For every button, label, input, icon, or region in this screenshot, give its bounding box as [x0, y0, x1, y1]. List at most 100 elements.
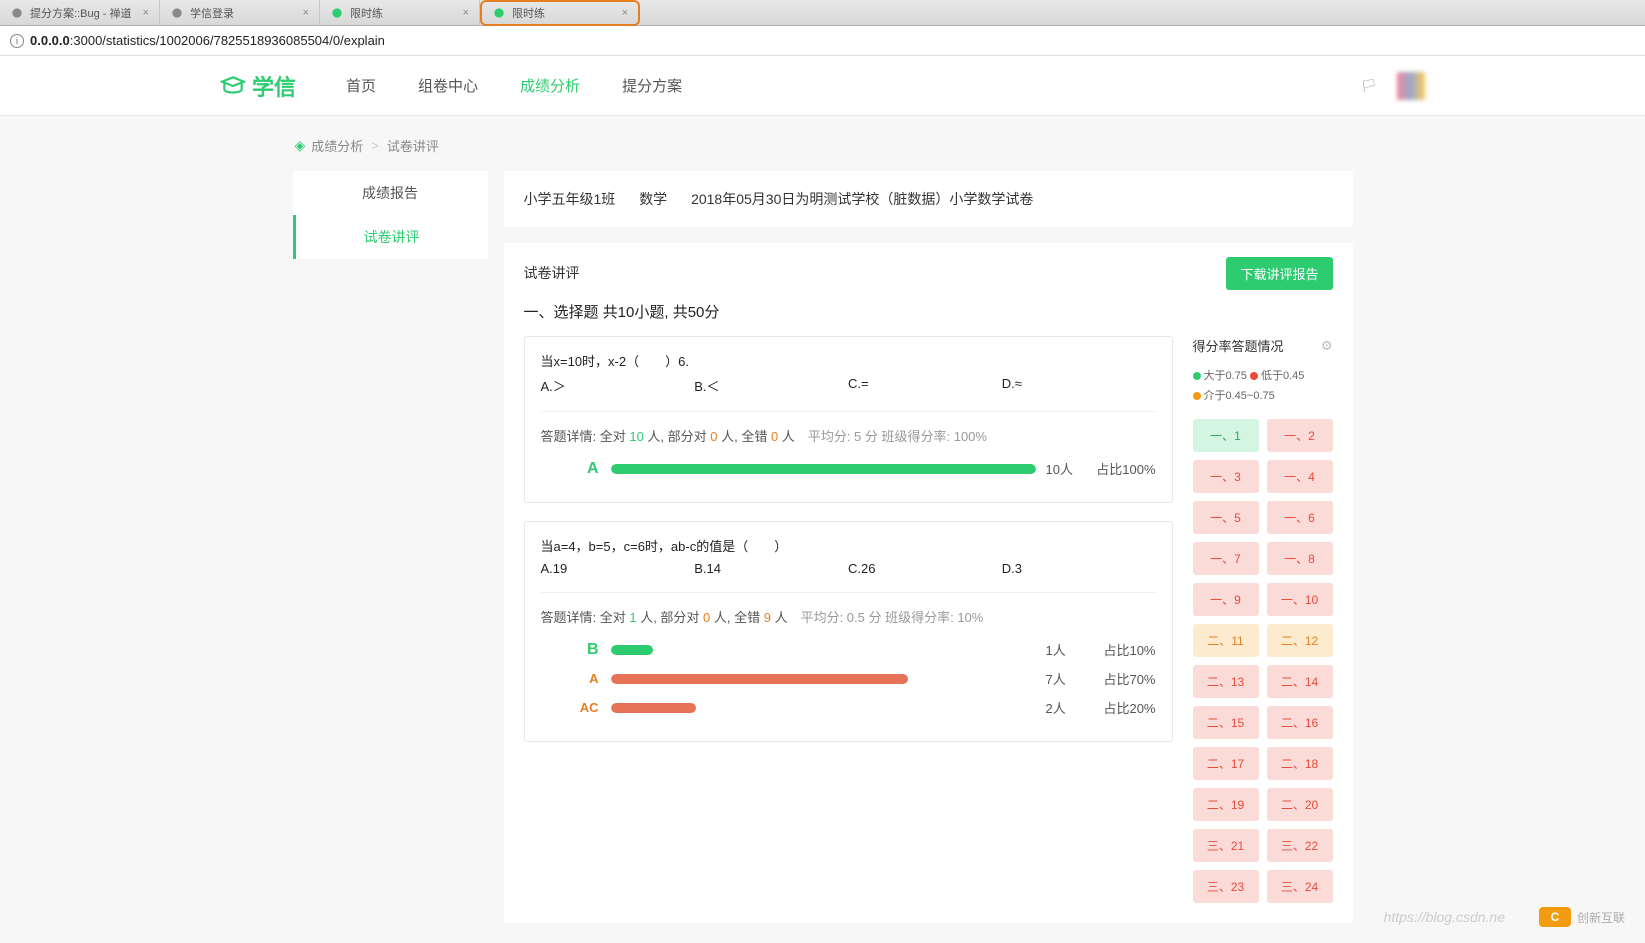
question-chip[interactable]: 一、2	[1267, 419, 1333, 452]
browser-tab[interactable]: 限时练×	[480, 0, 640, 26]
question-options: A.＞B.＜C.=D.≈	[541, 376, 1156, 395]
question-option: A.＞	[541, 376, 695, 395]
question-chip[interactable]: 三、22	[1267, 829, 1333, 862]
questions-list: 当x=10时，x-2（ ）6. A.＞B.＜C.=D.≈ 答题详情: 全对 10…	[524, 336, 1173, 903]
bar-label: A	[541, 671, 611, 686]
question-chip[interactable]: 三、23	[1193, 870, 1259, 903]
question-chip[interactable]: 二、13	[1193, 665, 1259, 698]
tab-title: 学信登录	[190, 5, 295, 21]
question-chip[interactable]: 一、6	[1267, 501, 1333, 534]
sidebar-item[interactable]: 成绩报告	[293, 171, 488, 215]
nav-item[interactable]: 首页	[346, 75, 376, 96]
gear-icon[interactable]: ⚙	[1321, 338, 1333, 354]
close-icon[interactable]: ×	[622, 7, 628, 19]
bar-fill	[611, 674, 909, 684]
browser-tab[interactable]: 学信登录 ×	[160, 0, 320, 26]
exam-name: 2018年05月30日为明测试学校（脏数据）小学数学试卷	[691, 191, 1033, 207]
bar-count: 1人	[1036, 640, 1076, 659]
bar-label: B	[541, 641, 611, 659]
legend-text: 介于0.45~0.75	[1204, 390, 1275, 402]
user-avatar[interactable]	[1397, 72, 1425, 100]
bar-ratio: 占比100%	[1076, 459, 1156, 478]
question-chip[interactable]: 一、9	[1193, 583, 1259, 616]
browser-tab[interactable]: 提分方案::Bug - 禅道×	[0, 0, 160, 26]
question-chip[interactable]: 二、12	[1267, 624, 1333, 657]
question-grid: 一、1一、2一、3一、4一、5一、6一、7一、8一、9一、10二、11二、12二…	[1193, 419, 1333, 903]
answer-bar-row: A 7人 占比70%	[541, 669, 1156, 688]
tab-favicon-icon	[10, 6, 24, 20]
exam-info-card: 小学五年级1班 数学 2018年05月30日为明测试学校（脏数据）小学数学试卷	[504, 171, 1353, 227]
bar-ratio: 占比70%	[1076, 669, 1156, 688]
review-card: 下载讲评报告 试卷讲评 一、选择题 共10小题, 共50分 当x=10时，x-2…	[504, 243, 1353, 923]
question-chip[interactable]: 一、1	[1193, 419, 1259, 452]
bar-track	[611, 674, 1036, 684]
brand-watermark: C 创新互联	[1539, 907, 1625, 927]
bar-track	[611, 703, 1036, 713]
site-logo[interactable]: 学信	[220, 70, 296, 102]
question-chip[interactable]: 一、10	[1267, 583, 1333, 616]
question-chip[interactable]: 二、14	[1267, 665, 1333, 698]
close-icon[interactable]: ×	[303, 7, 309, 19]
subject-name: 数学	[639, 191, 667, 207]
question-option: D.3	[1002, 561, 1156, 576]
bar-track	[611, 645, 1036, 655]
question-chip[interactable]: 二、19	[1193, 788, 1259, 821]
question-box: 当a=4，b=5，c=6时，ab-c的值是（ ） A.19B.14C.26D.3…	[524, 521, 1173, 742]
bar-fill	[611, 464, 1036, 474]
question-chip[interactable]: 一、8	[1267, 542, 1333, 575]
question-chip[interactable]: 二、11	[1193, 624, 1259, 657]
bar-ratio: 占比10%	[1076, 640, 1156, 659]
brand-logo-icon: C	[1539, 907, 1571, 927]
question-option: D.≈	[1002, 376, 1156, 395]
question-chip[interactable]: 二、15	[1193, 706, 1259, 739]
bar-track	[611, 464, 1036, 474]
legend: 大于0.75 低于0.45 介于0.45~0.75	[1193, 367, 1333, 407]
notification-icon[interactable]: 🏳	[1360, 78, 1377, 94]
legend-dot	[1250, 372, 1258, 380]
left-sidebar: 成绩报告试卷讲评	[293, 171, 488, 923]
question-chip[interactable]: 二、17	[1193, 747, 1259, 780]
question-option: C.26	[848, 561, 1002, 576]
legend-text: 低于0.45	[1261, 370, 1304, 382]
bar-ratio: 占比20%	[1076, 698, 1156, 717]
url-bar[interactable]: i 0.0.0.0:3000/statistics/1002006/782551…	[0, 26, 1645, 56]
bar-label: AC	[541, 700, 611, 715]
nav-item[interactable]: 成绩分析	[520, 75, 580, 96]
close-icon[interactable]: ×	[143, 7, 149, 19]
question-option: C.=	[848, 376, 1002, 395]
nav-item[interactable]: 组卷中心	[418, 75, 478, 96]
browser-tab[interactable]: 限时练×	[320, 0, 480, 26]
browser-tab-strip: 提分方案::Bug - 禅道×学信登录×限时练×限时练×	[0, 0, 1645, 26]
breadcrumb-root[interactable]: 成绩分析	[311, 136, 363, 155]
question-option: A.19	[541, 561, 695, 576]
csdn-watermark: https://blog.csdn.ne	[1384, 909, 1505, 925]
question-box: 当x=10时，x-2（ ）6. A.＞B.＜C.=D.≈ 答题详情: 全对 10…	[524, 336, 1173, 503]
legend-dot	[1193, 392, 1201, 400]
question-chip[interactable]: 二、20	[1267, 788, 1333, 821]
download-report-button[interactable]: 下载讲评报告	[1226, 257, 1332, 290]
question-chip[interactable]: 二、18	[1267, 747, 1333, 780]
close-icon[interactable]: ×	[463, 7, 469, 19]
answer-bar-row: B 1人 占比10%	[541, 640, 1156, 659]
site-info-icon[interactable]: i	[10, 34, 24, 48]
bar-label: A	[541, 460, 611, 478]
site-header: 学信 首页 组卷中心 成绩分析 提分方案 🏳	[0, 56, 1645, 116]
question-stats: 答题详情: 全对 1 人, 部分对 0 人, 全错 9 人 平均分: 0.5 分…	[541, 592, 1156, 626]
answer-bar-row: A 10人 占比100%	[541, 459, 1156, 478]
question-text: 当x=10时，x-2（ ）6.	[541, 351, 1156, 370]
question-chip[interactable]: 二、16	[1267, 706, 1333, 739]
question-chip[interactable]: 一、4	[1267, 460, 1333, 493]
question-chip[interactable]: 一、7	[1193, 542, 1259, 575]
question-chip[interactable]: 三、21	[1193, 829, 1259, 862]
header-right: 🏳	[1360, 72, 1425, 100]
question-stats: 答题详情: 全对 10 人, 部分对 0 人, 全错 0 人 平均分: 5 分 …	[541, 411, 1156, 445]
class-name: 小学五年级1班	[524, 191, 616, 207]
legend-dot	[1193, 372, 1201, 380]
question-chip[interactable]: 一、3	[1193, 460, 1259, 493]
question-options: A.19B.14C.26D.3	[541, 561, 1156, 576]
question-chip[interactable]: 三、24	[1267, 870, 1333, 903]
question-chip[interactable]: 一、5	[1193, 501, 1259, 534]
breadcrumb-icon: ◈	[295, 137, 306, 154]
sidebar-item[interactable]: 试卷讲评	[293, 215, 488, 259]
nav-item[interactable]: 提分方案	[622, 75, 682, 96]
